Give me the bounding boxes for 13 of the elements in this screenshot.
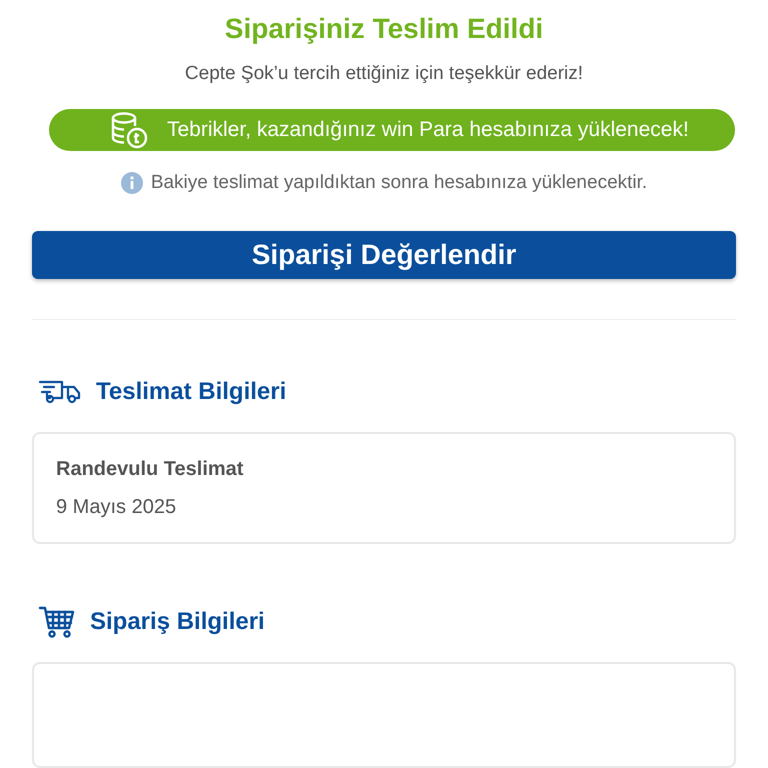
rate-order-button[interactable]: Siparişi Değerlendir (32, 231, 736, 279)
delivery-type: Randevulu Teslimat (56, 457, 244, 482)
thank-you-text: Cepte Şok’u tercih ettiğiniz için teşekkür ederiz! (184, 62, 584, 86)
page-title: Siparişiniz Teslim Edildi (224, 12, 544, 46)
delivery-date: 9 Mayıs 2025 (56, 495, 178, 520)
section-title: Sipariş Bilgileri (90, 607, 265, 637)
info-note: Bakiye teslimat yapıldıktan sonra hesabınıza yüklenecektir. (150, 170, 648, 195)
info-icon (120, 172, 143, 194)
coins-icon (109, 110, 149, 149)
truck-icon (38, 379, 82, 405)
section-title: Teslimat Bilgileri (96, 377, 286, 407)
reward-message: Tebrikler, kazandığınız win Para hesabınıza yüklenecek! (167, 116, 689, 143)
cart-icon (38, 605, 76, 639)
